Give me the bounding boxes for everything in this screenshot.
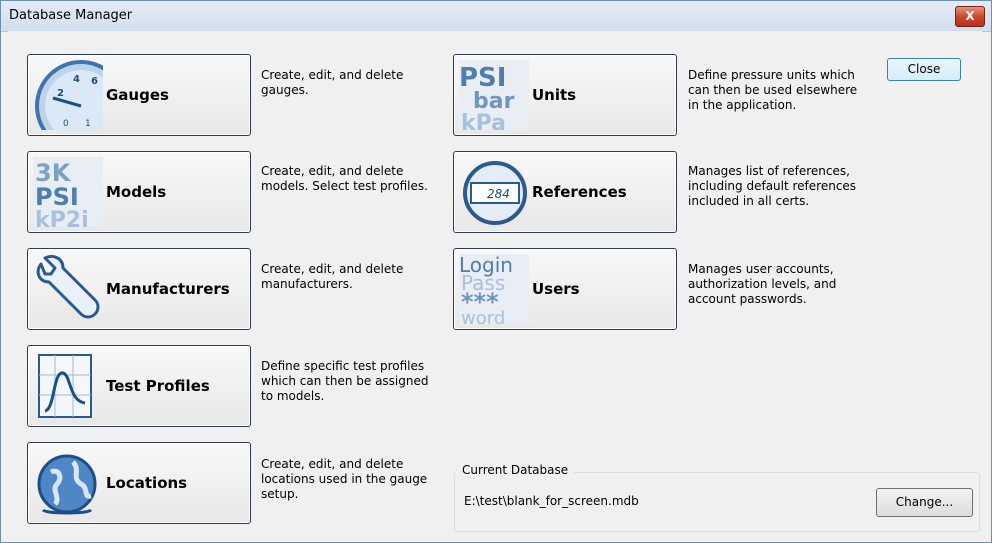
manufacturers-button[interactable]: Manufacturers bbox=[27, 248, 251, 330]
window-title: Database Manager bbox=[9, 8, 133, 23]
models-button[interactable]: 3K PSI kP2i Models bbox=[27, 151, 251, 233]
references-button[interactable]: 284 References bbox=[453, 151, 677, 233]
reference-gauge-icon: 284 bbox=[463, 161, 527, 225]
test-profiles-label: Test Profiles bbox=[106, 377, 210, 395]
manufacturers-label: Manufacturers bbox=[106, 280, 230, 298]
models-description: Create, edit, and delete models. Select … bbox=[261, 164, 428, 193]
references-description: Manages list of references, including de… bbox=[688, 164, 857, 208]
references-icon-readout: 284 bbox=[487, 187, 510, 201]
manufacturers-description: Create, edit, and delete manufacturers. bbox=[261, 262, 404, 291]
units-label: Units bbox=[532, 86, 577, 104]
users-description: Manages user accounts, authorization lev… bbox=[688, 262, 837, 306]
users-button[interactable]: Login Pass *** word Users bbox=[453, 248, 677, 330]
locations-description: Create, edit, and delete locations used … bbox=[261, 457, 428, 501]
units-description: Define pressure units which can then be … bbox=[688, 68, 858, 112]
references-label: References bbox=[532, 183, 627, 201]
models-icon-text-2: PSI bbox=[35, 183, 79, 211]
svg-text:0: 0 bbox=[63, 119, 69, 129]
svg-text:2: 2 bbox=[57, 88, 64, 99]
test-profiles-description: Define specific test profiles which can … bbox=[261, 359, 429, 403]
window-close-button[interactable]: X bbox=[955, 6, 985, 27]
locations-label: Locations bbox=[106, 474, 188, 492]
users-label: Users bbox=[532, 280, 580, 298]
svg-text:4: 4 bbox=[73, 74, 80, 85]
change-database-button[interactable]: Change... bbox=[876, 488, 973, 517]
units-icon: PSI bar kPa bbox=[459, 60, 529, 130]
graph-paper-icon bbox=[38, 354, 92, 418]
login-icon: Login Pass *** word bbox=[459, 254, 529, 324]
models-icon-text-3: kP2i bbox=[35, 208, 89, 227]
gauges-button[interactable]: 4 6 2 0 1 Gauges bbox=[27, 54, 251, 136]
units-icon-text-3: kPa bbox=[461, 111, 506, 130]
close-button[interactable]: Close bbox=[887, 58, 961, 81]
models-icon: 3K PSI kP2i bbox=[33, 157, 103, 227]
current-database-title: Current Database bbox=[456, 463, 575, 477]
globe-icon bbox=[37, 454, 97, 515]
gauge-icon: 4 6 2 0 1 bbox=[35, 60, 103, 130]
models-label: Models bbox=[106, 183, 167, 201]
locations-button[interactable]: Locations bbox=[27, 442, 251, 524]
gauges-label: Gauges bbox=[106, 86, 169, 104]
wrench-icon bbox=[36, 254, 100, 319]
database-path: E:\test\blank_for_screen.mdb bbox=[464, 494, 639, 508]
users-icon-text-4: word bbox=[461, 308, 505, 324]
test-profiles-button[interactable]: Test Profiles bbox=[27, 345, 251, 427]
gauges-description: Create, edit, and delete gauges. bbox=[261, 68, 404, 97]
units-button[interactable]: PSI bar kPa Units bbox=[453, 54, 677, 136]
title-bar[interactable]: Database Manager X bbox=[1, 1, 991, 32]
svg-text:6: 6 bbox=[91, 76, 98, 87]
svg-text:1: 1 bbox=[85, 119, 91, 129]
